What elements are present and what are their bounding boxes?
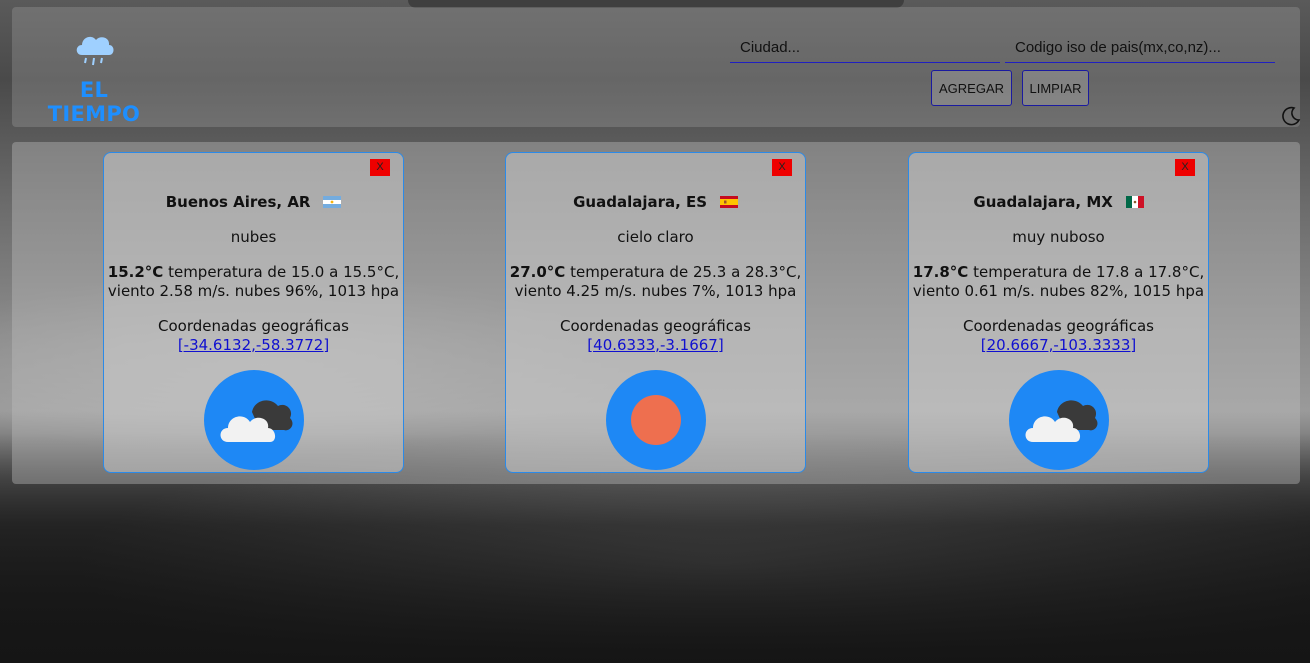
weather-details: 15.2°C temperatura de 15.0 a 15.5°C, vie… bbox=[104, 263, 403, 301]
argentina-flag-icon bbox=[323, 196, 342, 208]
weather-description: nubes bbox=[230, 228, 277, 246]
wind-clouds-pressure: viento 0.61 m/s. nubes 82%, 1015 hpa bbox=[912, 282, 1205, 300]
temperature-range: temperatura de 15.0 a 15.5°C, bbox=[163, 263, 400, 281]
weather-cards-panel: X Buenos Aires, AR nubes 15.2°C temperat… bbox=[12, 142, 1300, 484]
coordinates-link[interactable]: [40.6333,-3.1667] bbox=[506, 336, 805, 354]
weather-icon-circle bbox=[1009, 370, 1109, 470]
moon-icon[interactable] bbox=[1280, 105, 1302, 127]
wind-clouds-pressure: viento 4.25 m/s. nubes 7%, 1013 hpa bbox=[514, 282, 797, 300]
add-button[interactable]: AGREGAR bbox=[931, 70, 1012, 106]
weather-details: 27.0°C temperatura de 25.3 a 28.3°C, vie… bbox=[506, 263, 805, 301]
clear-button[interactable]: LIMPIAR bbox=[1022, 70, 1089, 106]
coordinates-link[interactable]: [-34.6132,-58.3772] bbox=[104, 336, 403, 354]
coordinates-label: Coordenadas geográficas bbox=[963, 317, 1154, 335]
app-header: EL TIEMPO AGREGAR LIMPIAR bbox=[12, 7, 1302, 127]
current-temperature: 27.0°C bbox=[509, 263, 566, 281]
temperature-range: temperatura de 25.3 a 28.3°C, bbox=[565, 263, 802, 281]
logo: EL TIEMPO bbox=[32, 29, 156, 126]
spain-flag-icon bbox=[719, 196, 738, 208]
rain-cloud-icon bbox=[76, 36, 114, 66]
coordinates-label: Coordenadas geográficas bbox=[560, 317, 751, 335]
city-name: Buenos Aires, AR bbox=[165, 193, 311, 211]
close-card-button[interactable]: X bbox=[1175, 159, 1195, 176]
weather-details: 17.8°C temperatura de 17.8 a 17.8°C, vie… bbox=[909, 263, 1208, 301]
weather-card: X Guadalajara, MX muy nuboso 17.8°C temp… bbox=[908, 152, 1209, 473]
city-input[interactable] bbox=[730, 33, 1000, 63]
city-name: Guadalajara, ES bbox=[573, 193, 708, 211]
app-title: EL TIEMPO bbox=[47, 78, 141, 126]
weather-description: muy nuboso bbox=[1012, 228, 1105, 246]
current-temperature: 17.8°C bbox=[912, 263, 969, 281]
wind-clouds-pressure: viento 2.58 m/s. nubes 96%, 1013 hpa bbox=[107, 282, 400, 300]
weather-card: X Guadalajara, ES cielo claro 27.0°C tem… bbox=[505, 152, 806, 473]
weather-card: X Buenos Aires, AR nubes 15.2°C temperat… bbox=[103, 152, 404, 473]
country-code-input[interactable] bbox=[1005, 33, 1275, 63]
sun-icon bbox=[631, 395, 681, 445]
coordinates-label: Coordenadas geográficas bbox=[158, 317, 349, 335]
coordinates-link[interactable]: [20.6667,-103.3333] bbox=[909, 336, 1208, 354]
temperature-range: temperatura de 17.8 a 17.8°C, bbox=[968, 263, 1205, 281]
weather-description: cielo claro bbox=[617, 228, 694, 246]
weather-icon-circle bbox=[204, 370, 304, 470]
weather-icon-circle bbox=[606, 370, 706, 470]
cloud-icon bbox=[1025, 400, 1098, 442]
close-card-button[interactable]: X bbox=[370, 159, 390, 176]
city-name: Guadalajara, MX bbox=[973, 193, 1113, 211]
close-card-button[interactable]: X bbox=[772, 159, 792, 176]
cloud-icon bbox=[220, 400, 293, 442]
current-temperature: 15.2°C bbox=[107, 263, 164, 281]
mexico-flag-icon bbox=[1125, 196, 1144, 208]
